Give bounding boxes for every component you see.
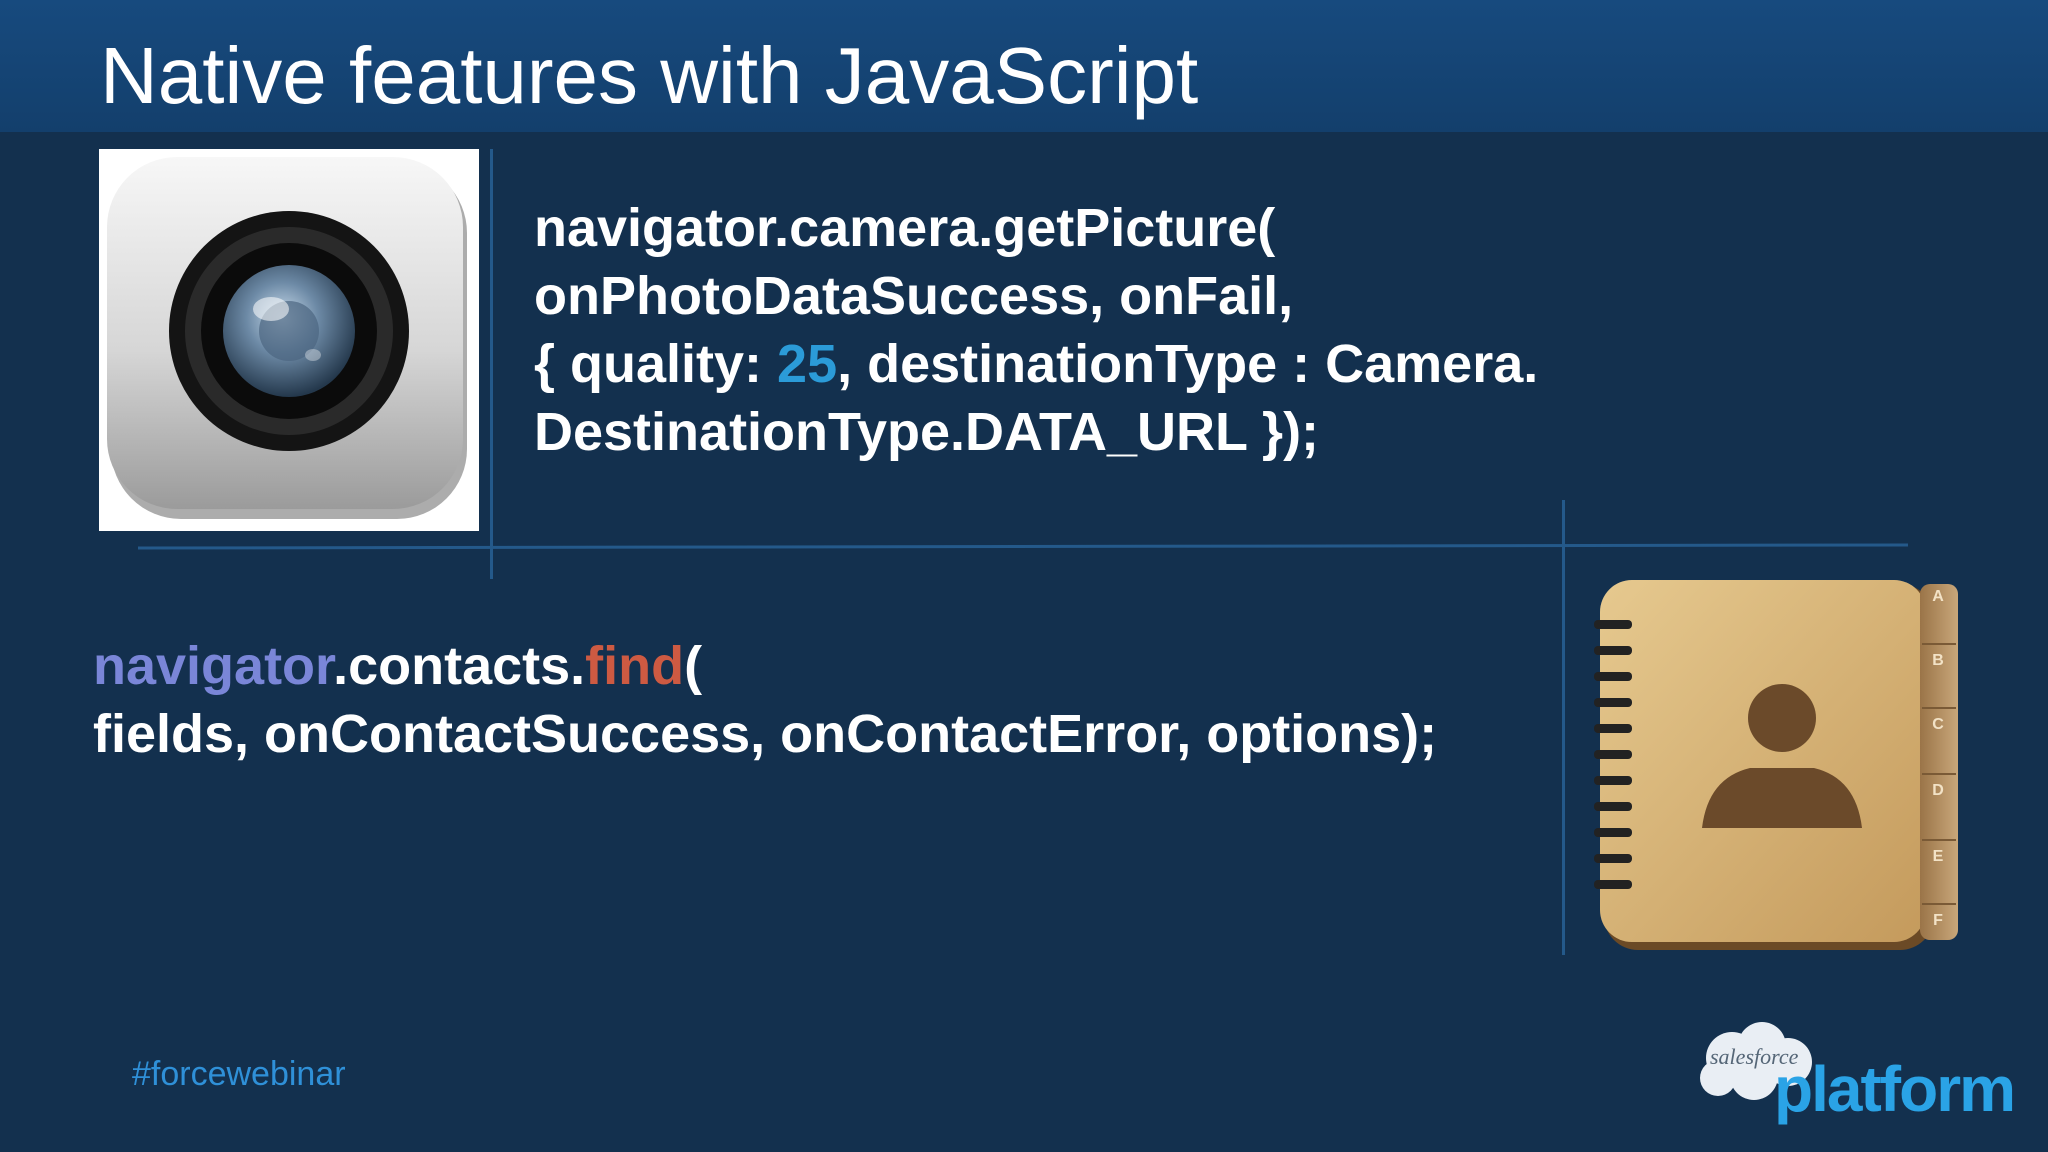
salesforce-platform-logo: salesforce platform	[1690, 1018, 2020, 1128]
hashtag: #forcewebinar	[132, 1055, 346, 1093]
divider-horizontal	[137, 543, 1909, 550]
code-line: { quality: 25, destinationType : Camera.	[534, 330, 1538, 398]
camera-code-block: navigator.camera.getPicture( onPhotoData…	[534, 194, 1538, 466]
camera-icon	[99, 149, 479, 531]
address-book-icon: A B C D E F	[1590, 578, 1970, 958]
logo-platform-text: platform	[1774, 1053, 2016, 1125]
code-text: , destinationType : Camera.	[837, 334, 1539, 394]
tab-label: D	[1932, 782, 1944, 799]
slide-title: Native features with JavaScript	[100, 31, 1199, 120]
code-text: .contacts.	[333, 636, 586, 696]
code-text: (	[684, 636, 703, 696]
namespace-token: navigator	[93, 636, 334, 696]
tab-label: B	[1932, 652, 1944, 669]
code-line: fields, onContactSuccess, onContactError…	[93, 704, 1438, 764]
tab-label: A	[1932, 588, 1944, 605]
tab-label: C	[1932, 716, 1944, 733]
title-bar: Native features with JavaScript	[0, 0, 2048, 132]
tab-label: F	[1933, 912, 1943, 929]
code-line: navigator.camera.getPicture(	[534, 198, 1276, 258]
divider-vertical-right	[1562, 500, 1565, 955]
quality-value: 25	[777, 334, 838, 394]
code-line: DestinationType.DATA_URL });	[534, 402, 1320, 462]
divider-vertical-left	[490, 149, 493, 579]
function-token: find	[585, 636, 685, 696]
code-line: onPhotoDataSuccess, onFail,	[534, 266, 1294, 326]
code-line: navigator.contacts.find(	[93, 632, 1437, 700]
tab-label: E	[1932, 848, 1944, 865]
code-text: { quality:	[534, 334, 778, 394]
contacts-code-block: navigator.contacts.find( fields, onConta…	[93, 632, 1437, 768]
